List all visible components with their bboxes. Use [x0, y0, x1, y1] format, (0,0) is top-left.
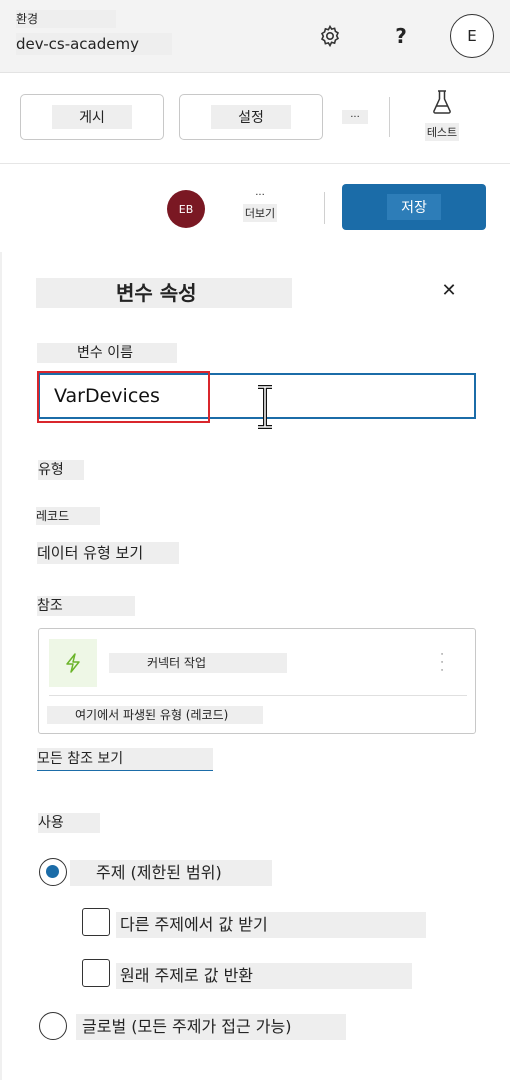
close-icon[interactable]: ✕ — [438, 280, 460, 302]
command-divider — [389, 97, 390, 137]
command-bar: 게시 설정 ... 테스트 — [0, 73, 510, 164]
user-avatar[interactable]: E — [450, 14, 494, 58]
more-button[interactable]: ... 더보기 — [240, 188, 280, 222]
text-cursor-icon — [258, 385, 272, 429]
collaborator-avatar[interactable]: EB — [167, 190, 205, 228]
lightning-icon — [49, 639, 97, 687]
type-value: 레코드 — [36, 507, 100, 525]
receive-from-other-label: 다른 주제에서 값 받기 — [116, 912, 426, 938]
reference-derived-type: 여기에서 파생된 유형 (레코드) — [47, 706, 263, 724]
publish-label: 게시 — [52, 105, 132, 129]
reference-divider — [49, 695, 467, 696]
panel-title: 변수 속성 — [36, 278, 292, 308]
more-dots-icon: ... — [255, 187, 265, 198]
test-button[interactable]: 테스트 — [418, 89, 466, 147]
topic-radio[interactable] — [39, 858, 67, 886]
environment-label: 환경 — [16, 10, 116, 28]
more-commands-button[interactable]: ... — [342, 110, 368, 124]
reference-label: 참조 — [37, 596, 135, 616]
settings-label: 설정 — [211, 105, 291, 129]
publish-button[interactable]: 게시 — [20, 94, 164, 140]
variable-properties-panel: 변수 속성 ✕ 변수 이름 유형 레코드 데이터 유형 보기 참조 커넥터 작업… — [0, 252, 510, 1080]
highlight-box — [37, 371, 210, 423]
return-to-original-checkbox[interactable] — [82, 959, 110, 987]
receive-from-other-checkbox[interactable] — [82, 908, 110, 936]
view-data-type-link[interactable]: 데이터 유형 보기 — [37, 542, 179, 564]
type-label: 유형 — [38, 460, 84, 480]
view-all-references-link[interactable]: 모든 참조 보기 — [37, 748, 213, 771]
return-to-original-label: 원래 주제로 값 반환 — [116, 963, 412, 989]
variable-name-label: 변수 이름 — [37, 343, 177, 363]
reference-card: 커넥터 작업 · · · 여기에서 파생된 유형 (레코드) — [38, 628, 476, 734]
global-radio[interactable] — [39, 1012, 67, 1040]
save-button[interactable]: 저장 — [342, 184, 486, 230]
environment-name[interactable]: dev-cs-academy — [16, 33, 172, 55]
test-label: 테스트 — [424, 123, 460, 141]
save-bar: EB ... 더보기 저장 — [0, 164, 510, 253]
usage-label: 사용 — [38, 813, 100, 833]
top-bar: 환경 dev-cs-academy ? E — [0, 0, 510, 73]
global-radio-label: 글로벌 (모든 주제가 접근 가능) — [76, 1014, 346, 1040]
settings-button[interactable] — [312, 18, 348, 54]
help-button[interactable]: ? — [383, 18, 419, 54]
gear-icon — [320, 24, 340, 48]
flask-icon — [433, 90, 451, 114]
topic-radio-label: 주제 (제한된 범위) — [70, 860, 272, 886]
reference-more-icon[interactable]: · · · — [434, 651, 450, 676]
settings-command-button[interactable]: 설정 — [179, 94, 323, 140]
save-label: 저장 — [387, 194, 441, 220]
more-label: 더보기 — [242, 204, 278, 222]
save-divider — [324, 192, 325, 224]
reference-name[interactable]: 커넥터 작업 — [109, 653, 287, 673]
